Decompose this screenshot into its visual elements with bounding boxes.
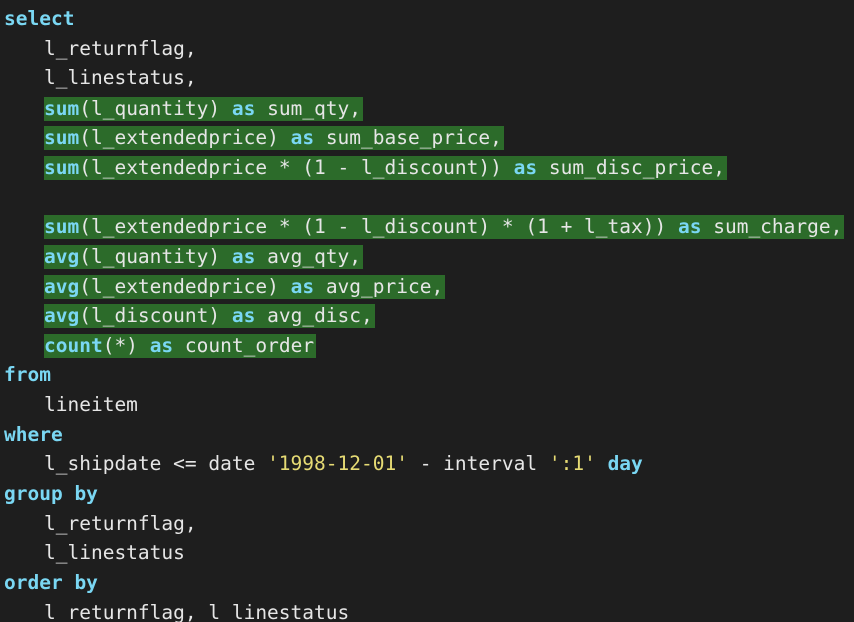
function-args: (l_extendedprice) [79, 274, 279, 298]
selection-highlight: avg(l_quantity) as avg_qty, [44, 245, 364, 269]
alias: avg_qty, [267, 245, 362, 268]
selection-highlight: sum(l_extendedprice * (1 - l_discount)) … [44, 155, 727, 180]
alias: sum_charge, [713, 215, 843, 239]
code-line: l_returnflag, [0, 509, 854, 539]
column-ref: l_returnflag, l_linestatus [44, 600, 350, 622]
selection-highlight: sum(l_extendedprice) as sum_base_price, [44, 126, 504, 151]
function-name: avg [44, 304, 80, 328]
function-name: avg [44, 245, 80, 268]
alias: sum_qty, [267, 96, 362, 120]
keyword-as: as [677, 215, 702, 239]
code-line: l_shipdate <= date '1998-12-01' - interv… [0, 449, 854, 479]
code-line: from [0, 360, 854, 390]
keyword-as: as [231, 304, 256, 328]
function-args: (l_quantity) [79, 245, 221, 268]
alias: avg_price, [325, 274, 444, 298]
keyword-where: where [4, 422, 63, 446]
code-line: avg(l_quantity) as avg_qty, [0, 242, 854, 272]
date-literal: '1998-12-01' [267, 452, 408, 476]
code-line: sum(l_quantity) as sum_qty, [0, 93, 854, 123]
code-line: order by [0, 568, 854, 598]
function-args: (l_discount) [79, 304, 221, 328]
interval-expr: - interval [407, 452, 549, 476]
keyword-select: select [4, 7, 75, 30]
code-line: lineitem [0, 390, 854, 420]
column-ref: l_returnflag, [44, 511, 197, 535]
function-name: sum [44, 215, 80, 239]
keyword-as: as [231, 96, 256, 120]
code-line: sum(l_extendedprice * (1 - l_discount)) … [0, 152, 854, 182]
code-line: l_returnflag, [0, 34, 854, 64]
code-line: count(*) as count_order [0, 331, 854, 361]
code-line: l_linestatus [0, 538, 854, 568]
interval-literal: ':1' [548, 452, 596, 476]
keyword-as: as [149, 334, 174, 358]
column-ref: l_returnflag, [44, 36, 197, 60]
column-ref: l_linestatus [44, 541, 185, 565]
keyword-from: from [4, 363, 51, 387]
alias: count_order [184, 334, 315, 358]
code-line: l_returnflag, l_linestatus [0, 598, 854, 622]
code-line: where [0, 420, 854, 450]
function-name: sum [44, 96, 80, 120]
function-args: (*) [102, 334, 138, 358]
keyword-group-by: group by [4, 482, 98, 505]
function-args: (l_extendedprice * (1 - l_discount)) [79, 155, 502, 179]
function-name: count [44, 334, 103, 358]
code-editor[interactable]: select l_returnflag, l_linestatus, sum(l… [0, 0, 854, 622]
function-args: (l_extendedprice * (1 - l_discount) * (1… [79, 215, 667, 239]
alias: sum_disc_price, [548, 155, 725, 179]
keyword-order-by: order by [4, 571, 98, 595]
code-line: avg(l_discount) as avg_disc, [0, 301, 854, 331]
function-args: (l_quantity) [79, 96, 221, 120]
code-line: avg(l_extendedprice) as avg_price, [0, 271, 854, 301]
code-line: l_linestatus, [0, 63, 854, 93]
selection-highlight: avg(l_extendedprice) as avg_price, [44, 274, 446, 299]
selection-highlight: avg(l_discount) as avg_disc, [44, 304, 375, 329]
code-line: sum(l_extendedprice) as sum_base_price, [0, 123, 854, 153]
selection-highlight: sum(l_extendedprice * (1 - l_discount) *… [44, 215, 845, 240]
keyword-as: as [290, 274, 315, 298]
keyword-day: day [607, 452, 643, 476]
keyword-as: as [231, 245, 256, 268]
table-name: lineitem [44, 392, 138, 416]
code-line: select [0, 4, 854, 34]
selection-highlight: count(*) as count_order [44, 334, 317, 359]
condition-expr: l_shipdate <= date [44, 452, 268, 476]
keyword-as: as [290, 126, 315, 150]
code-line: group by [0, 479, 854, 509]
code-line: sum(l_extendedprice * (1 - l_discount) *… [0, 212, 854, 242]
selection-highlight: sum(l_quantity) as sum_qty, [44, 96, 364, 121]
alias: sum_base_price, [325, 126, 502, 150]
function-name: avg [44, 274, 80, 298]
empty-line [0, 182, 854, 212]
column-ref: l_linestatus, [44, 66, 197, 90]
function-args: (l_extendedprice) [79, 126, 279, 150]
function-name: sum [44, 155, 80, 179]
function-name: sum [44, 126, 80, 150]
keyword-as: as [513, 155, 538, 179]
alias: avg_disc, [267, 304, 373, 328]
